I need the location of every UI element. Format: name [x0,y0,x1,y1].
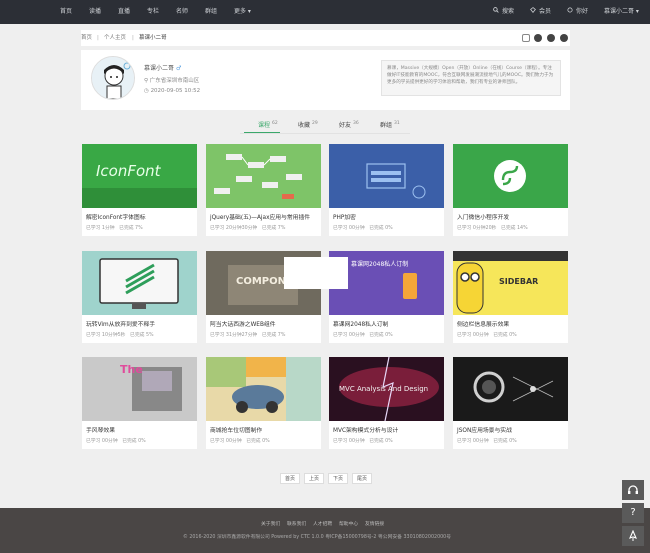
course-card[interactable]: The 手风琴效果 已学习 00分钟 已完成 0% [82,357,197,449]
tab-courses[interactable]: 课程 62 [244,119,280,133]
avatar[interactable] [91,56,135,100]
course-title: PHP加密 [333,215,356,221]
pager-first[interactable]: 首页 [280,473,300,484]
course-thumbnail [82,251,197,315]
course-progress: 已学习 00分钟 已完成 0% [457,439,517,444]
crumb-separator: | [132,35,134,41]
footer-link[interactable]: 联系我们 [287,520,306,527]
crumb-separator: | [97,35,99,41]
nav-video[interactable]: 读播 [89,0,101,24]
profile-tabs: 课程 62 收藏 29 好友 36 群组 31 [240,119,410,133]
course-card[interactable]: IconFont 解密IconFont字体图标 已学习 1分钟 已完成 7% [82,144,197,236]
tab-groups[interactable]: 群组 31 [380,119,400,133]
profile-name: 慕课小二哥 ♂ [144,65,182,72]
help-icon[interactable]: ? [622,503,644,523]
nav-more[interactable]: 更多 ▾ [234,0,251,24]
user-icon[interactable] [522,34,530,42]
course-title: 玩转Vim从放弃到爱不释手 [86,322,156,328]
course-card[interactable]: SIDEBAR 侧边栏信息展示效果 已学习 00分钟 已完成 0% [453,251,568,343]
course-progress: 已学习 00分钟 已完成 0% [457,333,517,338]
course-card[interactable]: JSON应用场景与实战 已学习 00分钟 已完成 0% [453,357,568,449]
course-title: jQuery基础(五)—Ajax应用与常用插件 [210,215,311,221]
profile-date: ◷ 2020-09-05 10:52 [144,88,201,94]
course-thumbnail [206,357,321,421]
course-progress: 已学习 20分钟30分钟 已完成 7% [210,226,286,231]
nav-column[interactable]: 专栏 [147,0,159,24]
footer: 关于我们 联系我们 人才招聘 帮助中心 友情链接 © 2016-2020 深圳市… [0,508,650,553]
qq-icon[interactable] [560,34,568,42]
profile-card: 慕课小二哥 ♂ ⚲ 广东省深圳市南山区 ◷ 2020-09-05 10:52 慕… [81,50,570,110]
crumb-home[interactable]: 首页 [81,30,92,46]
course-thumbnail: IconFont [82,144,197,208]
course-title: 商城抢车位切图制作 [210,428,263,434]
search-icon [493,0,499,24]
male-icon: ♂ [175,65,182,72]
nav-group[interactable]: 群组 [205,0,217,24]
clock-icon: ◷ [144,88,149,94]
course-card[interactable]: jQuery基础(五)—Ajax应用与常用插件 已学习 20分钟30分钟 已完成… [206,144,321,236]
crumb-current: 慕课小二哥 [139,35,167,41]
tab-friends[interactable]: 好友 36 [339,119,359,133]
nav-vip[interactable]: 会员 [530,0,551,24]
footer-link[interactable]: 友情链接 [365,520,384,527]
github-icon[interactable] [547,34,555,42]
course-progress: 已学习 00分钟 已完成 0% [333,333,393,338]
nav-search[interactable]: 搜索 [493,0,514,24]
top-nav: 首页 读播 直播 专栏 名师 群组 更多 ▾ 搜索 会员 你好 慕课小二哥 ▾ [0,0,650,24]
tab-favorites[interactable]: 收藏 29 [298,119,318,133]
breadcrumb: 首页 | 个人主页 | 慕课小二哥 [81,30,570,46]
course-progress: 已学习 10分钟5秒 已完成 5% [86,333,154,338]
course-progress: 已学习 1分钟 已完成 7% [86,226,143,231]
weibo-icon[interactable] [534,34,542,42]
nav-user-menu[interactable]: 慕课小二哥 ▾ [604,0,639,24]
course-title: 解密IconFont字体图标 [86,215,146,221]
footer-copyright: © 2016-2020 深圳市鑫源软件有限公司 Powered by CTC 1… [183,535,452,540]
footer-link[interactable]: 帮助中心 [339,520,358,527]
footer-link[interactable]: 人才招聘 [313,520,332,527]
course-thumbnail [453,144,568,208]
rocket-icon[interactable] [622,526,644,546]
course-card[interactable]: PHP加密 已学习 00分钟 已完成 0% [329,144,444,236]
course-title: 阿当大话西游之WEB组件 [210,322,276,328]
bell-icon [567,0,573,24]
nav-home[interactable]: 首页 [60,0,72,24]
footer-link[interactable]: 关于我们 [261,520,280,527]
course-progress: 已学习 00分钟 已完成 0% [210,439,270,444]
course-title: 入门微信小程序开发 [457,215,510,221]
course-card[interactable]: MVC Analysis And Design MVC架构模式分析与设计 已学习… [329,357,444,449]
pager-prev[interactable]: 上页 [304,473,324,484]
course-card[interactable]: 入门微信小程序开发 已学习 0分钟20秒 已完成 14% [453,144,568,236]
course-thumbnail [206,144,321,208]
course-thumbnail: MVC Analysis And Design [329,357,444,421]
pager-next[interactable]: 下页 [328,473,348,484]
course-title: 慕课网2048私人订制 [333,322,389,328]
course-thumbnail: The [82,357,197,421]
course-progress: 已学习 31分钟27分钟 已完成 7% [210,333,286,338]
tab-divider [240,133,410,134]
profile-description: 慕课，Massive（大规模）Open（开放）Online（在线）Course（… [381,60,561,96]
course-thumbnail [453,357,568,421]
course-card[interactable]: 商城抢车位切图制作 已学习 00分钟 已完成 0% [206,357,321,449]
nav-teacher[interactable]: 名师 [176,0,188,24]
course-title: MVC架构模式分析与设计 [333,428,399,434]
course-title: JSON应用场景与实战 [457,428,512,434]
profile-location: ⚲ 广东省深圳市南山区 [144,78,200,84]
course-progress: 已学习 0分钟20秒 已完成 14% [457,226,528,231]
diamond-icon [530,0,536,24]
course-title: 手风琴效果 [86,428,115,434]
nav-message[interactable]: 你好 [567,0,588,24]
course-progress: 已学习 00分钟 已完成 0% [86,439,146,444]
nav-live[interactable]: 直播 [118,0,130,24]
headset-icon[interactable] [622,480,644,500]
course-title: 侧边栏信息展示效果 [457,322,510,328]
image-placeholder [284,257,348,289]
course-progress: 已学习 00分钟 已完成 0% [333,439,393,444]
crumb-personal[interactable]: 个人主页 [104,30,126,46]
course-thumbnail [329,144,444,208]
course-thumbnail: SIDEBAR [453,251,568,315]
pager-last[interactable]: 尾页 [352,473,372,484]
location-icon: ⚲ [144,78,149,84]
course-card[interactable]: 玩转Vim从放弃到爱不释手 已学习 10分钟5秒 已完成 5% [82,251,197,343]
course-progress: 已学习 00分钟 已完成 0% [333,226,393,231]
